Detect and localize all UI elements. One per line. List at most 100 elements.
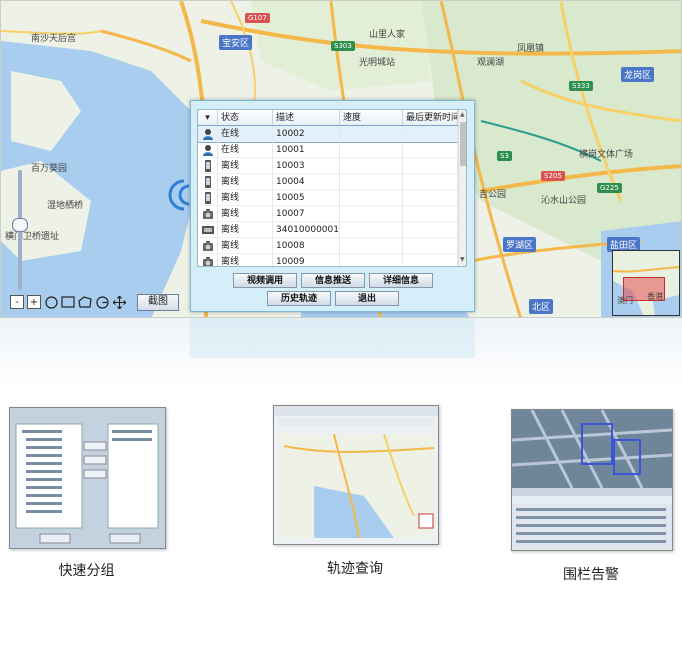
map-place-label: 南沙天后宫 — [31, 34, 77, 44]
map-place-label: 山里人家 — [369, 30, 406, 40]
map-toolbar: - + 截图 — [10, 293, 179, 311]
rectangle-tool-icon[interactable] — [61, 295, 75, 309]
map-place-label: 横门卫桥遗址 — [5, 232, 60, 242]
update-time-cell — [403, 174, 458, 190]
pan-tool-icon[interactable] — [112, 295, 126, 309]
minimap-place-label: 澳门 — [617, 296, 633, 305]
thumbnail-quick-group[interactable] — [9, 407, 166, 549]
status-cell: 离线 — [218, 158, 273, 174]
highway-badge: G107 — [245, 13, 270, 23]
thumbnail-fence-alarm[interactable] — [511, 409, 673, 551]
sort-arrow-icon[interactable]: ▾ — [198, 110, 218, 126]
status-cell: 离线 — [218, 174, 273, 190]
table-row[interactable]: 离线 10008 — [198, 238, 458, 254]
description-cell: 10004 — [273, 174, 340, 190]
map-place-label: 观澜湖 — [477, 58, 505, 68]
highway-badge: S205 — [541, 171, 565, 181]
device-list-dialog: ▾ 状态 描述 速度 最后更新时间 在线 10002 在线 10001 离线 10003 离… — [190, 100, 475, 312]
description-cell: 10001 — [273, 142, 340, 158]
status-cell: 离线 — [218, 222, 273, 238]
thumbnail-fence-alarm-screenshot — [512, 410, 672, 543]
table-row[interactable]: 离线 10005 — [198, 190, 458, 206]
column-header-desc[interactable]: 描述 — [273, 110, 340, 126]
thumbnail-track-query[interactable] — [273, 405, 439, 545]
status-cell: 离线 — [218, 238, 273, 254]
update-time-cell — [403, 126, 458, 142]
history-track-button[interactable]: 历史轨迹 — [267, 291, 331, 306]
column-header-update-time[interactable]: 最后更新时间 — [403, 110, 458, 126]
status-cell: 离线 — [218, 190, 273, 206]
speed-cell — [340, 238, 403, 254]
thumbnail-track-query-screenshot — [274, 406, 438, 544]
speed-cell — [340, 142, 403, 158]
update-time-cell — [403, 206, 458, 222]
table-row[interactable]: 离线 10003 — [198, 158, 458, 174]
phone-icon — [198, 174, 218, 190]
table-row[interactable]: 离线 10009 — [198, 254, 458, 266]
minimap-place-label: 香港 — [647, 292, 663, 301]
device-table: ▾ 状态 描述 速度 最后更新时间 在线 10002 在线 10001 离线 10003 离… — [197, 109, 467, 267]
thumbnail-quick-group-screenshot — [10, 408, 165, 548]
status-cell: 在线 — [218, 142, 273, 158]
phone-icon — [198, 190, 218, 206]
highway-badge: S303 — [331, 41, 355, 51]
speed-cell — [340, 254, 403, 266]
description-cell: 10007 — [273, 206, 340, 222]
scrollbar-thumb[interactable] — [460, 122, 466, 166]
map-district-label: 宝安区 — [219, 35, 253, 50]
map-place-label: 横岗文体广场 — [579, 150, 634, 160]
overview-minimap[interactable]: 澳门 香港 — [612, 250, 680, 316]
table-scrollbar[interactable]: ▲ ▼ — [458, 110, 466, 266]
table-row[interactable]: 离线 10004 — [198, 174, 458, 190]
map-place-label: 吉公园 — [479, 190, 507, 200]
description-cell: 10008 — [273, 238, 340, 254]
camera-icon — [198, 238, 218, 254]
polygon-tool-icon[interactable] — [78, 295, 92, 309]
speed-cell — [340, 190, 403, 206]
clear-tool-icon[interactable] — [95, 295, 109, 309]
feature-caption-quick-group: 快速分组 — [58, 563, 115, 579]
device-icon — [198, 222, 218, 238]
table-row[interactable]: 在线 10002 — [198, 125, 459, 143]
speed-cell — [340, 206, 403, 222]
camera-icon — [198, 206, 218, 222]
scroll-up-icon[interactable]: ▲ — [460, 111, 465, 118]
table-header: ▾ 状态 描述 速度 最后更新时间 — [198, 110, 458, 127]
column-header-speed[interactable]: 速度 — [340, 110, 403, 126]
camera-icon — [198, 254, 218, 266]
person-online-icon — [198, 126, 218, 142]
detail-info-button[interactable]: 详细信息 — [369, 273, 433, 288]
highway-badge: G225 — [597, 183, 622, 193]
phone-icon — [198, 158, 218, 174]
info-push-button[interactable]: 信息推送 — [301, 273, 365, 288]
zoom-slider-handle[interactable] — [12, 218, 28, 232]
speed-cell — [340, 158, 403, 174]
zoom-in-button[interactable]: + — [27, 295, 41, 309]
update-time-cell — [403, 238, 458, 254]
person-online-icon — [198, 142, 218, 158]
exit-button[interactable]: 退出 — [335, 291, 399, 306]
circle-tool-icon[interactable] — [44, 295, 58, 309]
map-place-label: 百万葵园 — [31, 164, 68, 174]
table-row[interactable]: 在线 10001 — [198, 142, 458, 158]
status-cell: 离线 — [218, 206, 273, 222]
table-row[interactable]: 离线 10007 — [198, 206, 458, 222]
speed-cell — [340, 126, 403, 142]
feature-caption-track-query: 轨迹查询 — [327, 561, 383, 577]
description-cell: 10009 — [273, 254, 340, 266]
highway-badge: S3 — [497, 151, 512, 161]
highway-badge: S333 — [569, 81, 593, 91]
feature-caption-fence-alarm: 围栏告警 — [563, 567, 619, 583]
update-time-cell — [403, 142, 458, 158]
scroll-down-icon[interactable]: ▼ — [460, 256, 465, 263]
video-call-button[interactable]: 视频调用 — [233, 273, 297, 288]
status-cell: 在线 — [218, 126, 273, 142]
capture-button[interactable]: 截图 — [137, 293, 179, 311]
speed-cell — [340, 174, 403, 190]
column-header-status[interactable]: 状态 — [218, 110, 273, 126]
table-row[interactable]: 离线34010000001... — [198, 222, 458, 238]
update-time-cell — [403, 190, 458, 206]
zoom-out-button[interactable]: - — [10, 295, 24, 309]
description-cell: 10003 — [273, 158, 340, 174]
description-cell: 34010000001... — [273, 222, 340, 238]
